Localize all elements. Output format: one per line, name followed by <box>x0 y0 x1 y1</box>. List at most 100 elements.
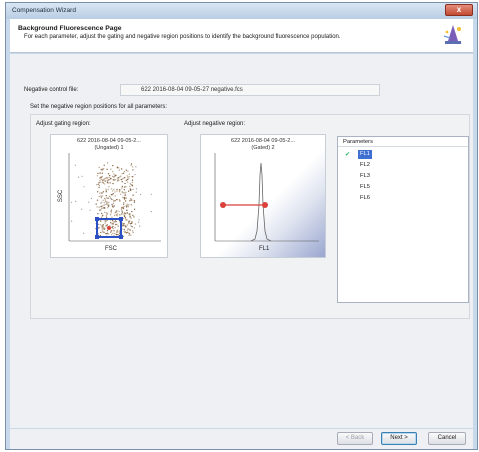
scatter-point <box>132 176 134 178</box>
cancel-button[interactable]: Cancel <box>428 432 466 445</box>
scatter-point <box>130 164 132 166</box>
scatter-point <box>107 188 109 191</box>
scatter-point <box>123 198 126 200</box>
scatter-point <box>109 177 112 180</box>
scatter-point <box>74 164 76 166</box>
scatter-point <box>108 176 110 178</box>
scatter-point <box>97 183 99 185</box>
window-title: Compensation Wizard <box>12 7 76 14</box>
scatter-point <box>106 168 108 170</box>
scatter-point <box>75 200 77 202</box>
scatter-point <box>117 225 119 227</box>
scatter-point <box>110 222 112 224</box>
scatter-point <box>107 197 109 199</box>
parameter-item-fl3[interactable]: FL3 <box>358 172 398 181</box>
scatter-point <box>123 189 126 191</box>
scatter-point <box>99 209 101 211</box>
scatter-point <box>116 210 118 212</box>
parameter-item-fl6[interactable]: FL6 <box>358 194 398 203</box>
parameters-list: Parameters ✔ FL1 FL2 FL3 FL5 FL6 <box>337 136 469 303</box>
scatter-point <box>128 233 130 235</box>
scatter-point <box>125 191 127 194</box>
scatter-point <box>133 201 136 203</box>
scatter-point <box>123 213 125 215</box>
scatter-point <box>116 213 119 215</box>
scatter-point <box>99 172 101 174</box>
scatter-point <box>108 201 110 204</box>
gating-plot[interactable]: 622 2016-08-04 09-05-2... (Ungated) 1 FS… <box>50 134 168 258</box>
scatter-point <box>111 226 113 229</box>
scatter-point <box>122 177 125 179</box>
scatter-point <box>110 193 113 196</box>
scatter-point <box>121 185 124 188</box>
scatter-point <box>113 179 115 182</box>
close-button[interactable]: x <box>445 4 473 16</box>
scatter-point <box>103 202 105 204</box>
scatter-point <box>150 193 152 195</box>
page-description: For each parameter, adjust the gating an… <box>24 34 341 40</box>
scatter-point <box>121 187 123 189</box>
negative-region-plot[interactable]: 622 2016-08-04 09-05-2... (Gated) 2 FL1 <box>200 134 326 258</box>
scatter-point <box>98 206 100 208</box>
scatter-point <box>134 223 137 225</box>
scatter-point <box>109 214 112 216</box>
scatter-point <box>127 206 129 208</box>
scatter-point <box>113 230 115 232</box>
scatter-point <box>118 230 121 232</box>
scatter-point <box>104 200 107 202</box>
scatter-point <box>104 180 106 182</box>
next-button[interactable]: Next > <box>381 432 417 445</box>
scatter-point <box>105 215 107 217</box>
scatter-point <box>102 191 105 193</box>
scatter-point <box>113 200 115 202</box>
scatter-point <box>125 179 128 181</box>
scatter-point <box>104 211 106 213</box>
scatter-point <box>96 175 99 177</box>
scatter-point <box>96 184 98 186</box>
check-icon: ✔ <box>345 152 351 158</box>
scatter-point <box>123 186 126 188</box>
scatter-point <box>103 228 105 230</box>
scatter-point <box>133 216 135 218</box>
scatter-point <box>113 173 115 175</box>
scatter-point <box>101 212 103 215</box>
scatter-point <box>107 182 109 184</box>
scatter-point <box>126 224 129 226</box>
gating-scatter[interactable] <box>51 135 169 259</box>
scatter-point <box>71 220 73 222</box>
scatter-point <box>78 176 80 178</box>
scatter-point <box>132 169 134 171</box>
scatter-point <box>115 233 118 236</box>
scatter-point <box>102 168 104 170</box>
parameter-item-fl5[interactable]: FL5 <box>358 183 398 192</box>
scatter-point <box>112 170 114 173</box>
scatter-point <box>116 230 118 232</box>
scatter-point <box>127 190 130 192</box>
scatter-point <box>89 209 91 211</box>
gating-x-axis-label: FSC <box>105 246 117 252</box>
scatter-point <box>128 204 130 206</box>
scatter-point <box>100 231 102 234</box>
scatter-point <box>126 209 128 211</box>
scatter-point <box>102 207 105 209</box>
back-button[interactable]: < Back <box>337 432 373 445</box>
scatter-point <box>105 195 107 197</box>
scatter-point <box>111 220 114 222</box>
scatter-point <box>112 182 114 185</box>
scatter-point <box>115 214 118 216</box>
scatter-point <box>102 180 104 182</box>
scatter-point <box>130 199 133 201</box>
scatter-point <box>106 230 109 232</box>
scatter-point <box>123 205 125 208</box>
scatter-point <box>103 178 105 180</box>
parameter-item-fl1[interactable]: FL1 <box>358 150 372 159</box>
scatter-point <box>127 170 129 172</box>
parameter-item-fl2[interactable]: FL2 <box>358 161 398 170</box>
scatter-point <box>105 191 107 193</box>
scatter-point <box>112 193 114 195</box>
scatter-point <box>128 176 130 178</box>
scatter-point <box>114 174 116 177</box>
scatter-point <box>104 183 106 185</box>
scatter-point <box>126 212 129 214</box>
histogram[interactable] <box>201 135 327 259</box>
